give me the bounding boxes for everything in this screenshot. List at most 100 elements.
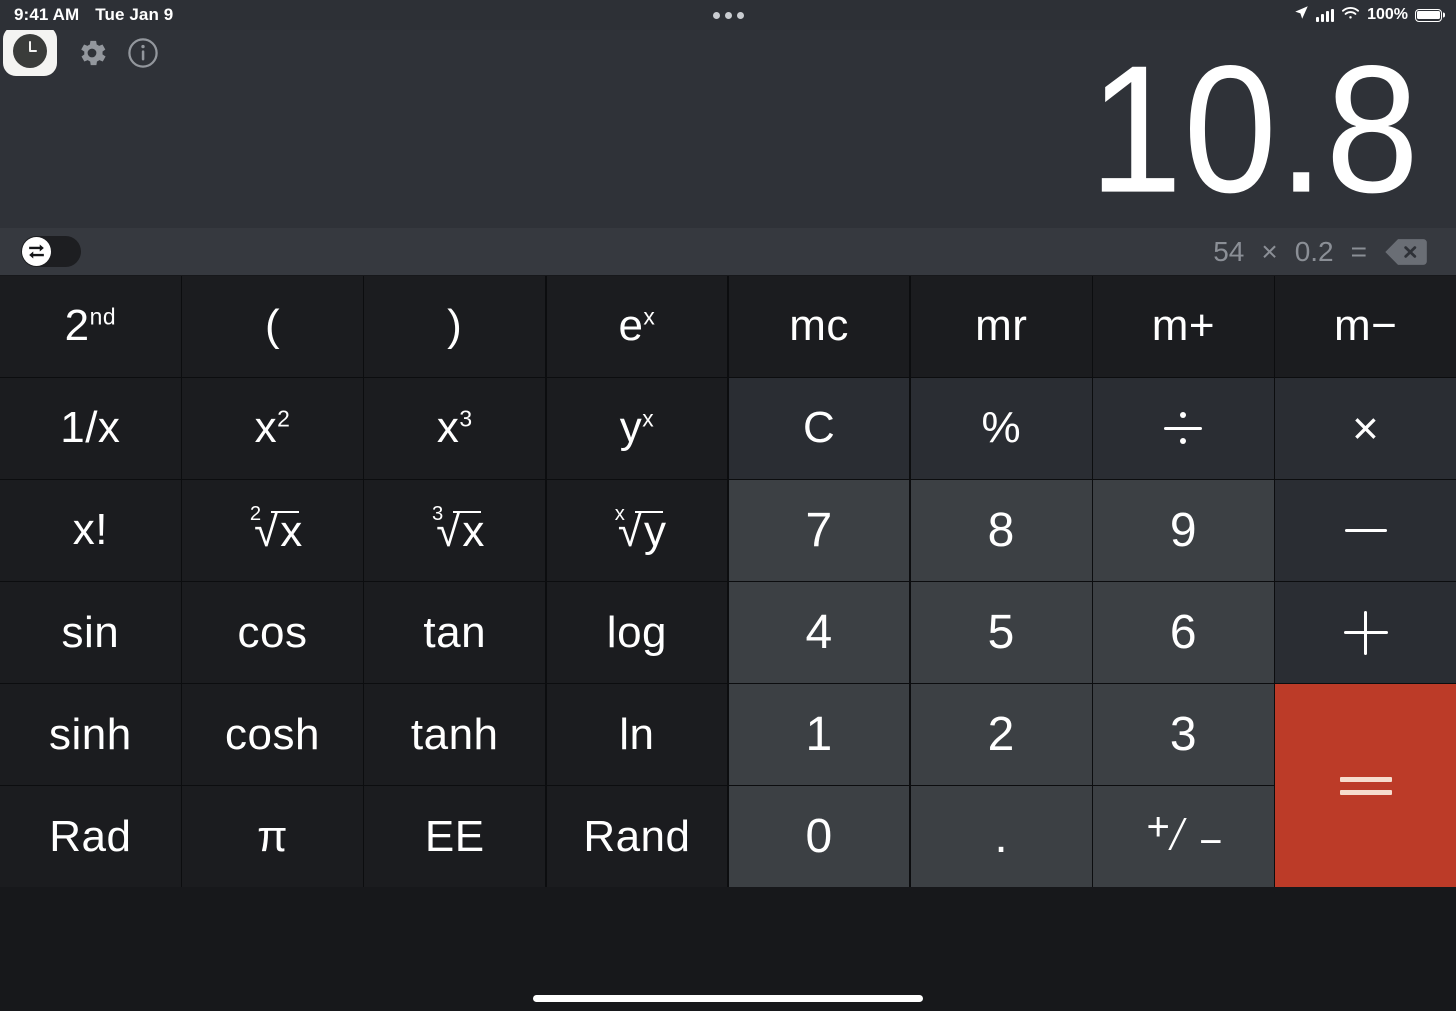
key-cos[interactable]: cos (182, 582, 363, 683)
wifi-icon (1341, 5, 1360, 25)
key-label: tan (423, 607, 487, 657)
key-second[interactable]: 2nd (0, 276, 181, 377)
backspace-button[interactable] (1384, 237, 1428, 267)
key-e-to-x[interactable]: ex (546, 276, 728, 377)
home-indicator[interactable] (533, 995, 923, 1002)
battery-icon (1415, 8, 1442, 22)
key-square-root[interactable]: 2 √ x (182, 480, 363, 581)
key-decimal-point[interactable]: . (910, 786, 1092, 887)
bottom-bar (0, 887, 1456, 1011)
key-digit-2[interactable]: 2 (910, 684, 1092, 785)
key-digit-8[interactable]: 8 (910, 480, 1092, 581)
key-sign-toggle[interactable]: + ⁄ − (1093, 786, 1274, 887)
key-digit-3[interactable]: 3 (1093, 684, 1274, 785)
key-label: ex (618, 301, 656, 351)
key-label: 2 √ x (249, 503, 303, 557)
key-pi[interactable]: π (182, 786, 363, 887)
key-label: Rad (49, 811, 132, 861)
key-label: Rand (583, 811, 691, 861)
key-label: m+ (1151, 301, 1216, 351)
toolbar (0, 26, 1456, 76)
key-percent[interactable]: % (910, 378, 1092, 479)
key-factorial[interactable]: x! (0, 480, 181, 581)
multiply-icon: × (1351, 402, 1380, 455)
key-add[interactable] (1275, 582, 1456, 683)
key-ln[interactable]: ln (546, 684, 728, 785)
key-label: 1/x (60, 403, 121, 453)
key-memory-clear[interactable]: mc (728, 276, 910, 377)
minus-icon (1344, 528, 1387, 532)
key-label: 6 (1169, 606, 1198, 660)
key-digit-6[interactable]: 6 (1093, 582, 1274, 683)
key-equals[interactable] (1275, 684, 1456, 887)
gear-icon (81, 40, 106, 66)
key-memory-subtract[interactable]: m− (1275, 276, 1456, 377)
key-digit-4[interactable]: 4 (728, 582, 910, 683)
key-sin[interactable]: sin (0, 582, 181, 683)
key-label: ln (619, 709, 655, 759)
key-label: x √ y (614, 503, 667, 557)
key-label: 0 (805, 810, 833, 864)
key-clear[interactable]: C (728, 378, 910, 479)
key-reciprocal[interactable]: 1/x (0, 378, 181, 479)
key-label: . (994, 810, 1009, 864)
key-label: EE (424, 811, 485, 861)
location-arrow-icon (1294, 5, 1309, 25)
key-digit-0[interactable]: 0 (728, 786, 910, 887)
unit-convert-toggle[interactable] (21, 236, 81, 267)
key-label: % (981, 403, 1022, 453)
key-digit-9[interactable]: 9 (1093, 480, 1274, 581)
key-digit-7[interactable]: 7 (728, 480, 910, 581)
clock-icon (13, 34, 47, 68)
key-memory-add[interactable]: m+ (1093, 276, 1274, 377)
key-open-paren[interactable]: ( (182, 276, 363, 377)
key-divide[interactable] (1093, 378, 1274, 479)
key-x-squared[interactable]: x2 (182, 378, 363, 479)
equation-bar: 54 × 0.2 = (0, 228, 1456, 276)
info-button[interactable] (127, 37, 159, 69)
key-label: x2 (254, 403, 291, 453)
key-label: sinh (48, 709, 132, 759)
info-icon (128, 38, 158, 68)
key-close-paren[interactable]: ) (364, 276, 546, 377)
swap-vertical-icon (29, 244, 44, 259)
key-x-cubed[interactable]: x3 (364, 378, 546, 479)
status-bar-left: 9:41 AM Tue Jan 9 (14, 5, 173, 25)
key-multiply[interactable]: × (1275, 378, 1456, 479)
keypad: 2nd () ex mc mr m+ m− 1/x x2 x3 yx C% × x! 2 √ x 3 √ x x √ y 7 8… (0, 276, 1456, 887)
cellular-bars-icon (1316, 8, 1335, 22)
equation-expression: 54 × 0.2 = (1213, 236, 1428, 268)
key-label: tanh (410, 709, 499, 759)
history-button[interactable] (3, 26, 57, 76)
multitask-dots-icon[interactable] (712, 12, 744, 20)
key-cube-root[interactable]: 3 √ x (364, 480, 546, 581)
key-random[interactable]: Rand (546, 786, 728, 887)
status-bar: 9:41 AM Tue Jan 9 100% (0, 0, 1456, 30)
key-label: 8 (987, 503, 1015, 557)
key-tan[interactable]: tan (364, 582, 546, 683)
key-sinh[interactable]: sinh (0, 684, 181, 785)
status-time: 9:41 AM (14, 5, 80, 24)
equation-operator: × (1261, 235, 1278, 267)
plus-icon (1343, 610, 1388, 655)
key-exponent-ee[interactable]: EE (364, 786, 546, 887)
key-log[interactable]: log (546, 582, 728, 683)
key-label: cos (237, 607, 308, 657)
equals-icon (1339, 775, 1392, 797)
key-memory-recall[interactable]: mr (910, 276, 1092, 377)
key-subtract[interactable] (1275, 480, 1456, 581)
key-digit-5[interactable]: 5 (910, 582, 1092, 683)
key-label: mc (789, 301, 849, 351)
key-label: ( (264, 301, 281, 351)
key-label: 3 (1169, 708, 1198, 762)
key-tanh[interactable]: tanh (364, 684, 546, 785)
key-label: cosh (225, 709, 320, 759)
equation-operand-a: 54 (1213, 235, 1245, 267)
key-label: 4 (805, 606, 833, 660)
key-nth-root[interactable]: x √ y (546, 480, 728, 581)
key-cosh[interactable]: cosh (182, 684, 363, 785)
key-y-to-x[interactable]: yx (546, 378, 728, 479)
settings-button[interactable] (75, 36, 109, 70)
key-radians-degrees[interactable]: Rad (0, 786, 181, 887)
key-digit-1[interactable]: 1 (728, 684, 910, 785)
